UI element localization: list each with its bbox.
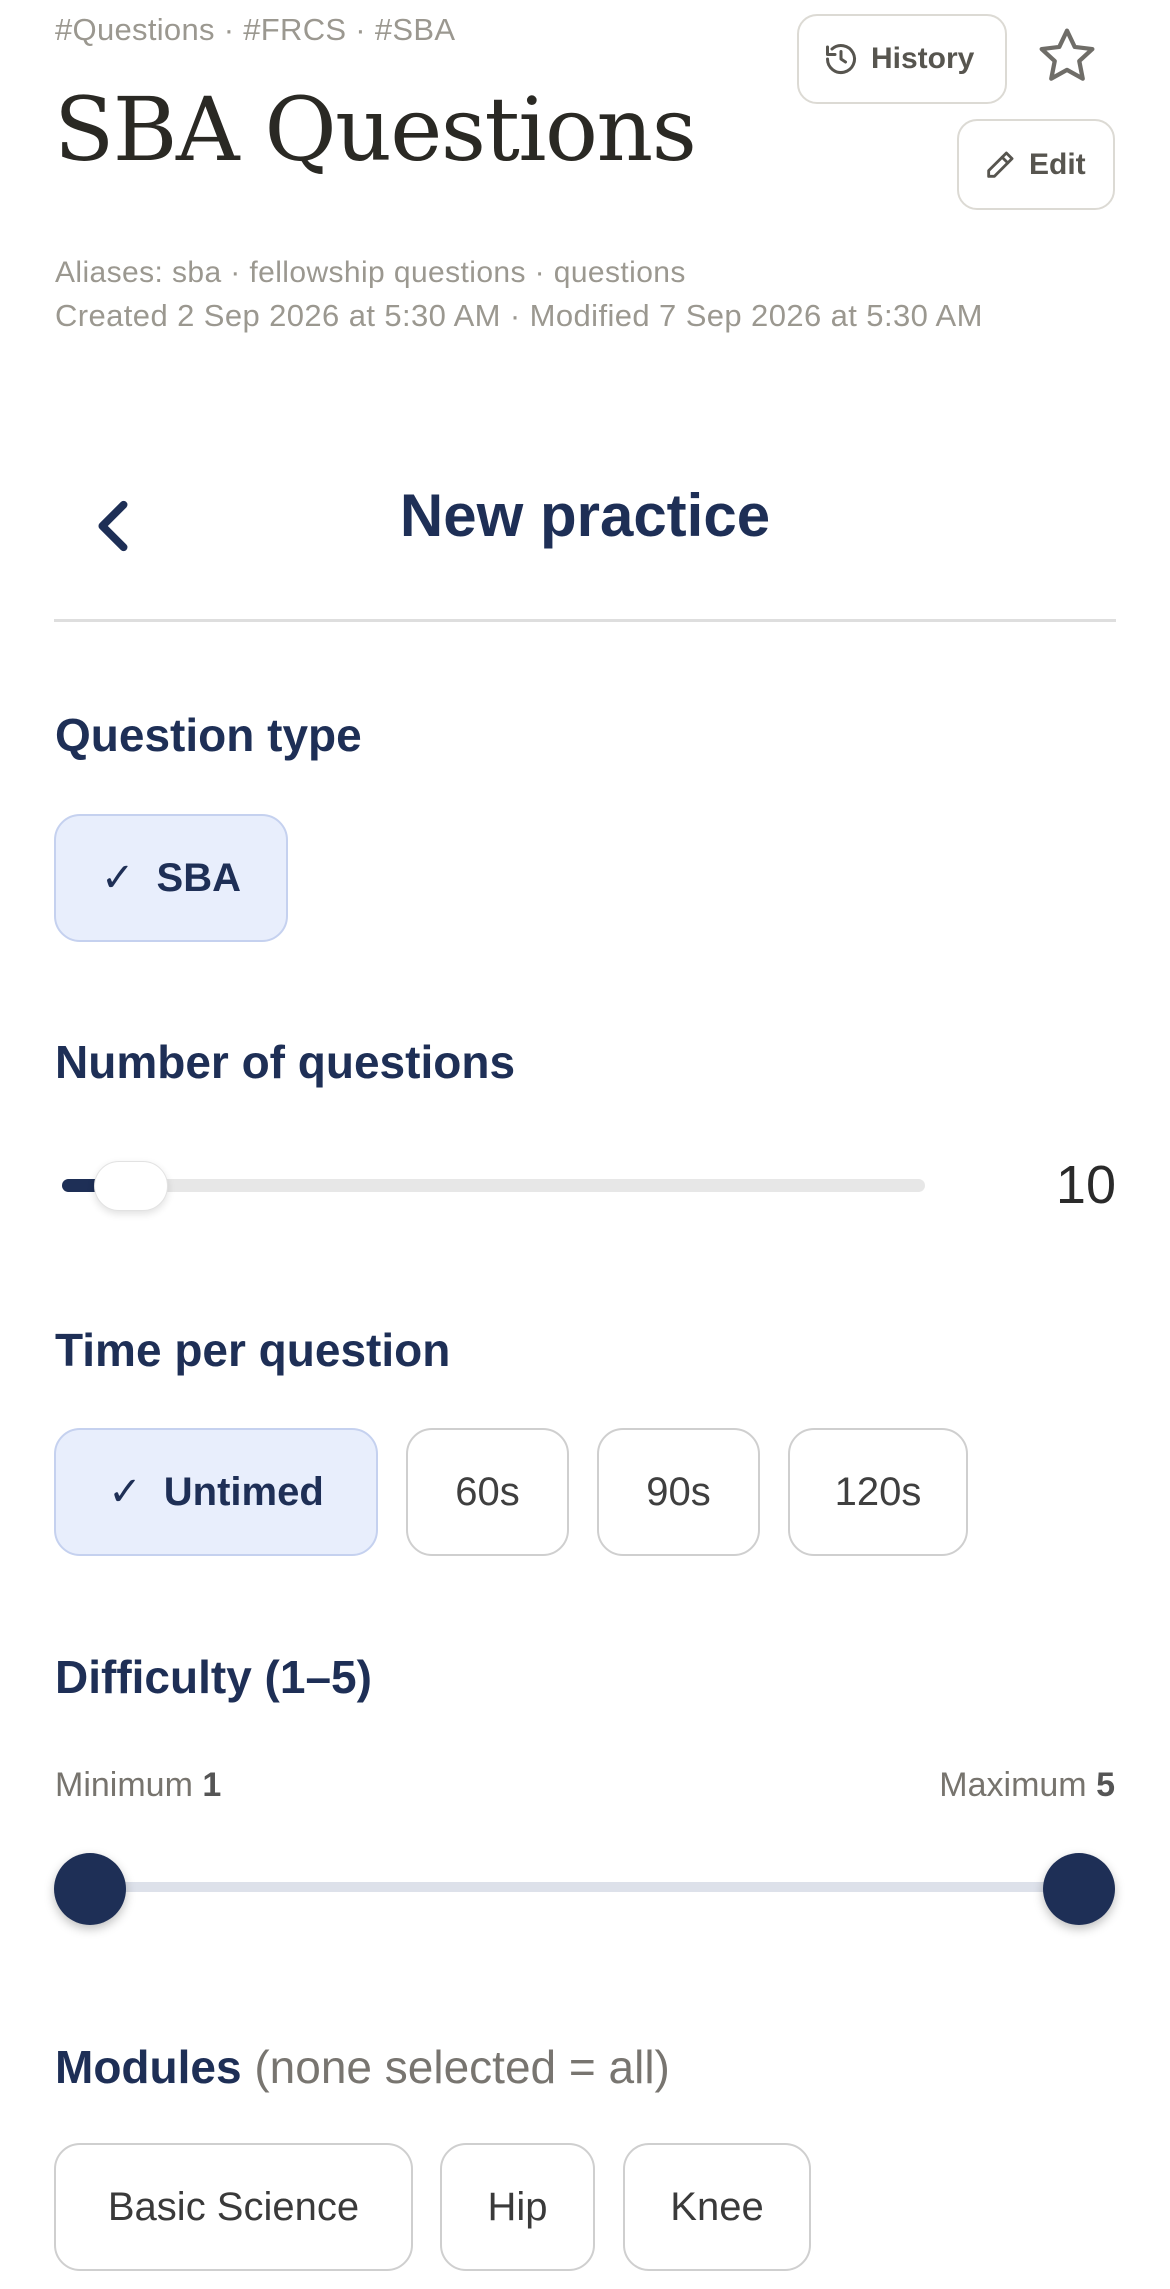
page: #Questions · #FRCS · #SBA SBA Questions …: [0, 0, 1170, 2289]
pencil-icon: [987, 151, 1014, 178]
difficulty-max-thumb[interactable]: [1043, 1853, 1115, 1925]
difficulty-min-thumb[interactable]: [54, 1853, 126, 1925]
module-chip-hip[interactable]: Hip: [440, 2143, 595, 2271]
history-label: History: [871, 42, 975, 75]
difficulty-minimum-label: Minimum 1: [55, 1766, 221, 1805]
minimum-text: Minimum: [55, 1766, 193, 1804]
chip-label: 90s: [646, 1469, 711, 1514]
time-chip-60s[interactable]: 60s: [406, 1428, 569, 1556]
edit-button[interactable]: Edit: [957, 119, 1115, 210]
time-chip-90s[interactable]: 90s: [597, 1428, 760, 1556]
chip-label: Basic Science: [107, 2184, 360, 2229]
modules-note: (none selected = all): [254, 2041, 670, 2093]
question-type-heading: Question type: [55, 709, 362, 761]
chip-label: Knee: [670, 2184, 764, 2229]
number-of-questions-heading: Number of questions: [55, 1036, 516, 1088]
edit-label: Edit: [1029, 147, 1086, 181]
difficulty-heading: Difficulty (1–5): [55, 1651, 372, 1703]
module-chip-knee[interactable]: Knee: [623, 2143, 811, 2271]
time-per-question-heading: Time per question: [55, 1324, 451, 1376]
question-count-slider-track[interactable]: [62, 1179, 925, 1192]
minimum-value: 1: [202, 1766, 222, 1804]
modules-heading: Modules (none selected = all): [55, 2040, 670, 2094]
checkmark-icon: ✓: [108, 1470, 142, 1514]
divider: [54, 619, 1116, 622]
question-count-value: 10: [1055, 1155, 1116, 1215]
modules-label: Modules: [55, 2041, 242, 2093]
chip-label: 60s: [455, 1469, 520, 1514]
page-title: SBA Questions: [54, 78, 697, 181]
module-chip-basic-science[interactable]: Basic Science: [54, 2143, 413, 2271]
difficulty-range-track[interactable]: [89, 1882, 1078, 1892]
chip-label: Untimed: [163, 1469, 324, 1514]
practice-title: New practice: [399, 482, 771, 549]
star-icon[interactable]: [1035, 24, 1099, 88]
question-type-chip-sba[interactable]: ✓ SBA: [54, 814, 288, 942]
time-chip-untimed[interactable]: ✓ Untimed: [54, 1428, 378, 1556]
question-count-slider-thumb[interactable]: [94, 1161, 169, 1211]
history-button[interactable]: History: [797, 14, 1007, 104]
maximum-text: Maximum: [939, 1766, 1087, 1804]
chip-label: SBA: [156, 855, 241, 900]
tag-list[interactable]: #Questions · #FRCS · #SBA: [55, 12, 455, 48]
chip-label: Hip: [487, 2184, 548, 2229]
time-chip-120s[interactable]: 120s: [788, 1428, 968, 1556]
created-modified-dates: Created 2 Sep 2026 at 5:30 AM · Modified…: [55, 298, 983, 333]
maximum-value: 5: [1096, 1766, 1115, 1804]
chip-label: 120s: [834, 1469, 922, 1514]
history-icon: [826, 44, 856, 75]
aliases: Aliases: sba · fellowship questions · qu…: [55, 256, 686, 289]
difficulty-maximum-label: Maximum 5: [939, 1766, 1115, 1805]
checkmark-icon: ✓: [101, 856, 135, 900]
